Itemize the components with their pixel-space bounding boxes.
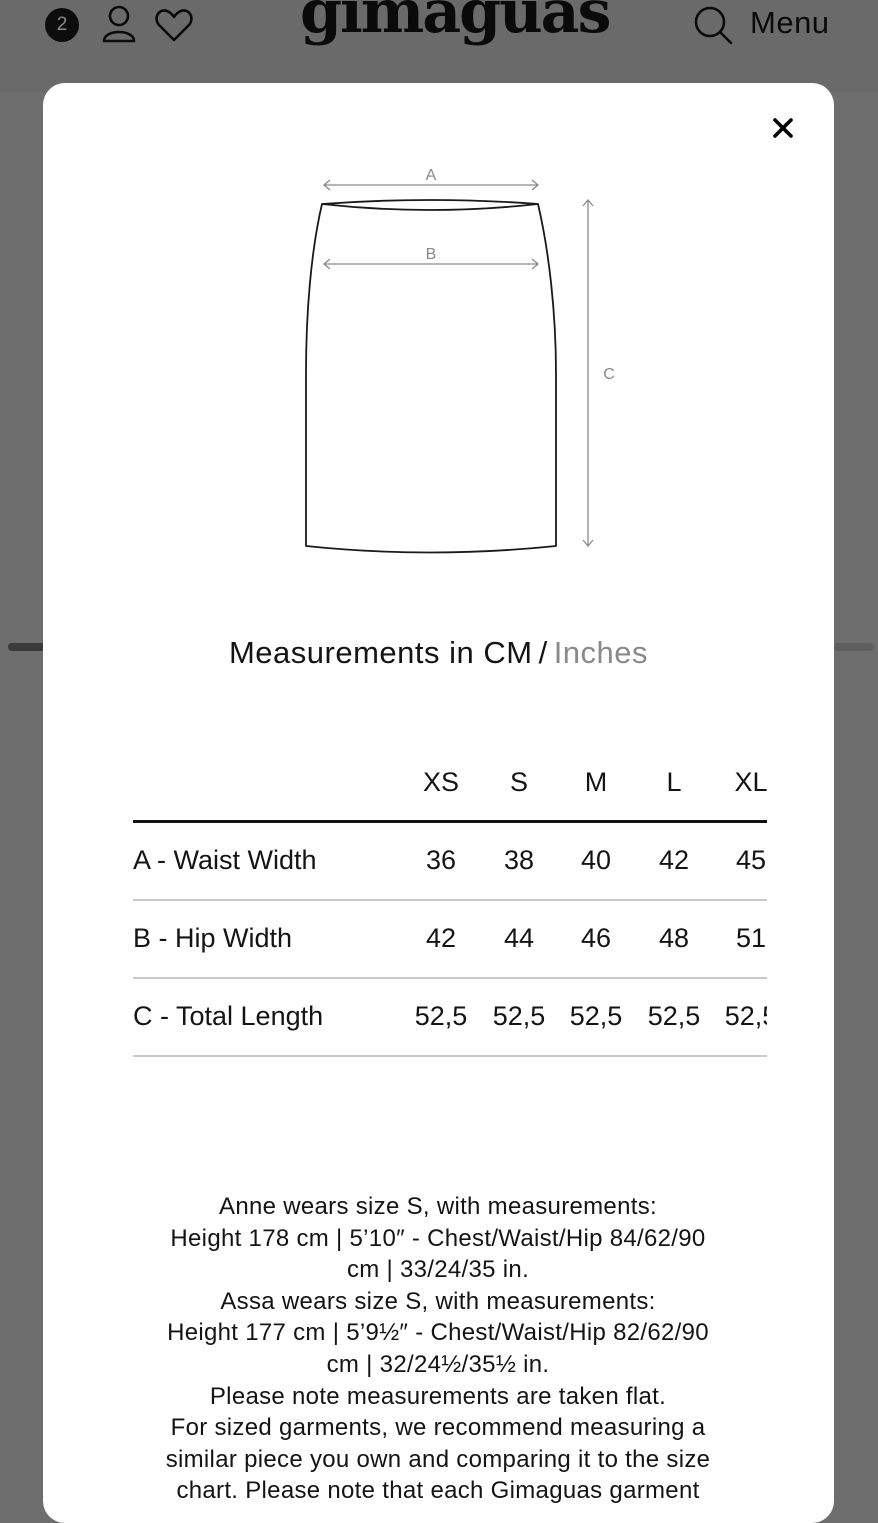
table-cell: 52,5 [569, 1001, 623, 1031]
unit-cm-option[interactable]: Measurements in CM [229, 635, 533, 670]
size-guide-modal: A B C Measurements in CM / Inches XS S M L… [43, 83, 834, 1523]
note-line: cm | 32/24½/35½ in. [326, 1350, 550, 1378]
table-cell: 52,5 [647, 1001, 701, 1031]
measure-arrows [322, 179, 594, 548]
background-divider [8, 643, 48, 651]
row-label: C - Total Length [133, 1001, 324, 1031]
note-line: Height 178 cm | 5’10″ - Chest/Waist/Hip … [170, 1224, 706, 1252]
menu-button[interactable]: Menu [750, 5, 830, 41]
table-cell: 45 [735, 845, 767, 875]
wishlist-heart-icon[interactable] [154, 4, 194, 49]
bag-count-badge[interactable]: 2 [45, 8, 79, 42]
unit-inches-option[interactable]: Inches [554, 635, 648, 670]
row-label: B - Hip Width [133, 923, 293, 953]
unit-toggle: Measurements in CM / Inches [43, 635, 834, 671]
account-icon[interactable] [100, 4, 138, 49]
table-cell: 44 [503, 923, 535, 953]
size-header-l: L [666, 767, 682, 797]
table-cell: 52,5 [492, 1001, 546, 1031]
brand-logo[interactable]: gimaguas [300, 0, 611, 48]
note-line: cm | 33/24/35 in. [346, 1256, 530, 1284]
size-header-xs: XS [422, 767, 460, 797]
note-line: Please note measurements are taken flat. [209, 1382, 667, 1410]
note-line: chart. Please note that each Gimaguas ga… [176, 1477, 700, 1505]
row-divider [133, 977, 767, 979]
table-cell: 42 [658, 845, 690, 875]
table-cell: 52,5 [414, 1001, 468, 1031]
table-cell: 46 [580, 923, 612, 953]
unit-separator: / [538, 635, 548, 670]
table-cell: 40 [580, 845, 612, 875]
table-cell: 42 [425, 923, 457, 953]
note-line: For sized garments, we recommend measuri… [170, 1414, 706, 1442]
background-divider [834, 643, 874, 651]
diagram-label-b: B [426, 246, 437, 263]
table-cell: 52,5 [724, 1001, 767, 1031]
row-divider [133, 1055, 767, 1057]
site-header: 2 gimaguas Menu [0, 0, 878, 92]
note-line: Assa wears size S, with measurements: [220, 1287, 656, 1315]
size-header-xl: XL [734, 767, 767, 797]
diagram-label-a: A [426, 167, 437, 184]
note-line: similar piece you own and comparing it t… [165, 1445, 711, 1473]
diagram-label-c: C [603, 366, 615, 383]
row-label: A - Waist Width [133, 845, 317, 875]
size-header-m: M [584, 767, 608, 797]
model-size-note: Anne wears size S, with measurements: He… [113, 1191, 763, 1507]
header-divider [133, 820, 767, 823]
table-cell: 38 [503, 845, 535, 875]
search-icon[interactable] [692, 4, 734, 51]
table-cell: 48 [658, 923, 690, 953]
note-line: Anne wears size S, with measurements: [219, 1193, 657, 1220]
size-table: XS S M L XL A - Waist Width 36 38 40 42 … [133, 743, 767, 1075]
note-line: Height 177 cm | 5’9½″ - Chest/Waist/Hip … [167, 1319, 709, 1347]
skirt-diagram: A B C [305, 167, 615, 554]
row-divider [133, 899, 767, 901]
size-header-s: S [509, 767, 528, 797]
table-cell: 51 [735, 923, 767, 953]
table-cell: 36 [425, 845, 457, 875]
